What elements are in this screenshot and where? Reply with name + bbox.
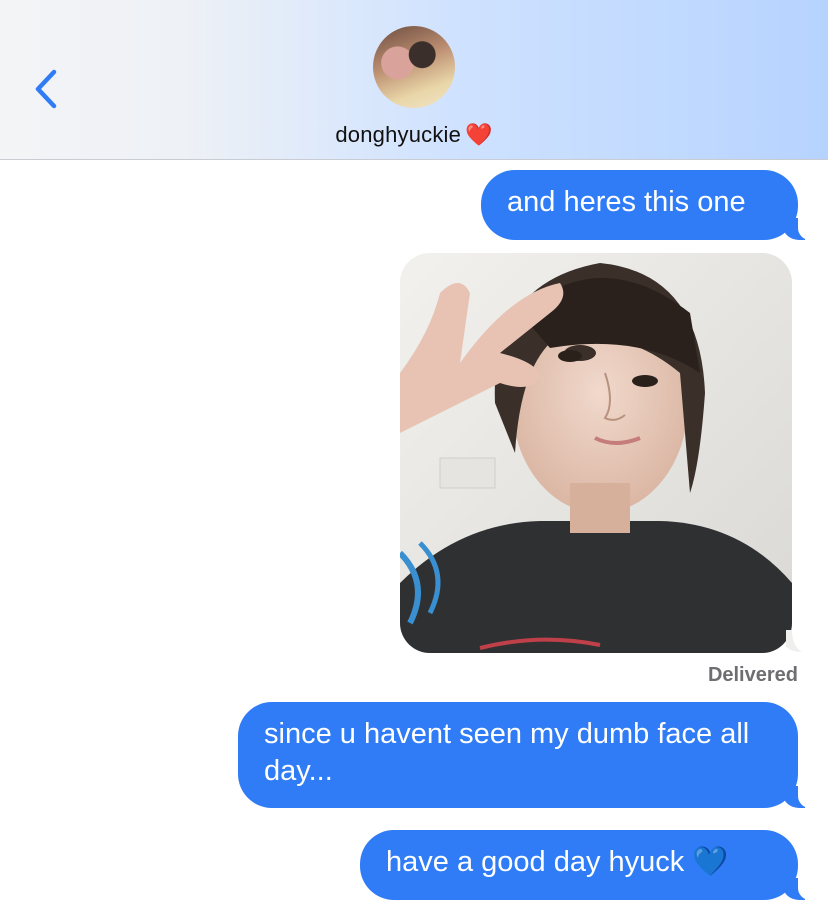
- message-text: and heres this one: [507, 186, 746, 218]
- chevron-left-icon: [35, 69, 57, 109]
- delivered-status: Delivered: [707, 664, 798, 686]
- message-text: have a good day hyuck 💙: [386, 846, 729, 878]
- heart-emoji: ❤️: [465, 122, 493, 147]
- image-message[interactable]: [400, 253, 792, 653]
- message-bubble[interactable]: have a good day hyuck 💙: [360, 830, 813, 900]
- back-button[interactable]: [30, 64, 64, 114]
- conversation-header: donghyuckie ❤️: [0, 0, 828, 160]
- contact-name-button[interactable]: donghyuckie ❤️: [0, 122, 828, 148]
- message-bubble[interactable]: since u havent seen my dumb face all day…: [238, 702, 813, 808]
- contact-avatar[interactable]: [373, 26, 455, 108]
- contact-name: donghyuckie: [335, 122, 462, 147]
- selfie-photo: [400, 253, 792, 653]
- message-text: since u havent seen my dumb face all day…: [264, 718, 750, 787]
- message-bubble[interactable]: and heres this one: [481, 170, 813, 240]
- bubble-tail: [786, 630, 802, 652]
